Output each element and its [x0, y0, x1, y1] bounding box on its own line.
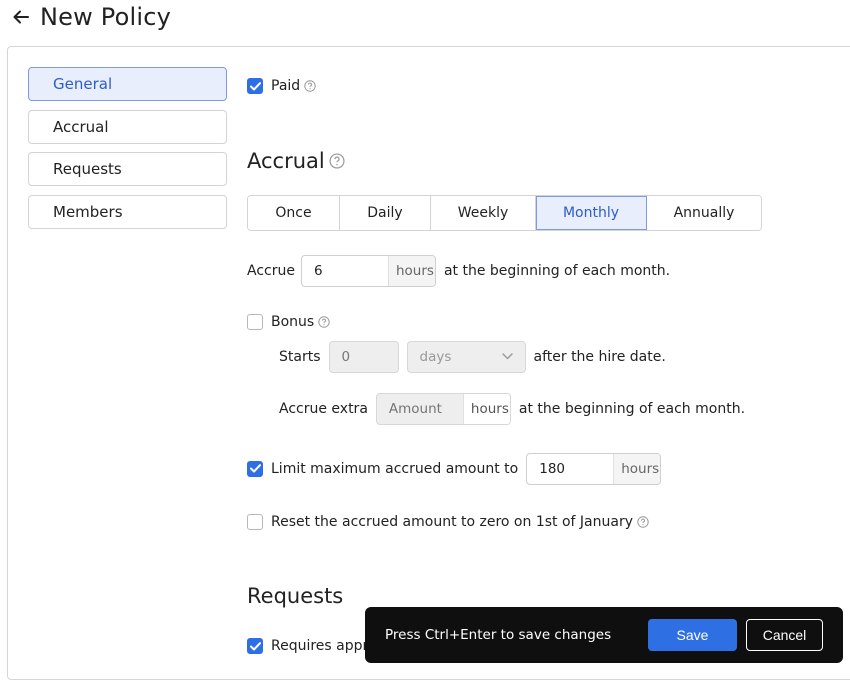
- frequency-monthly[interactable]: Monthly: [536, 196, 647, 230]
- chevron-down-icon: [501, 353, 513, 360]
- question-circle-icon[interactable]: [329, 153, 345, 169]
- arrow-left-icon[interactable]: [10, 6, 32, 28]
- segment-label: Monthly: [562, 205, 620, 221]
- extra-input-group: hours: [375, 392, 511, 425]
- nav-item-accrual[interactable]: Accrual: [28, 109, 227, 144]
- segment-label: Annually: [673, 205, 735, 221]
- nav-item-label: Requests: [53, 160, 122, 178]
- requires-approval-checkbox[interactable]: [247, 638, 263, 654]
- starts-label: Starts: [279, 348, 321, 365]
- requests-title-text: Requests: [247, 584, 344, 608]
- reset-checkbox[interactable]: [247, 514, 263, 530]
- accrual-title-text: Accrual: [247, 149, 325, 173]
- page-title: New Policy: [40, 3, 172, 31]
- cancel-button[interactable]: Cancel: [746, 619, 823, 651]
- bonus-checkbox[interactable]: [247, 314, 263, 330]
- question-circle-icon[interactable]: [318, 316, 330, 328]
- checkmark-icon: [249, 81, 261, 90]
- starts-days-input[interactable]: [329, 341, 398, 372]
- extra-suffix: at the beginning of each month.: [518, 400, 746, 417]
- limit-row: Limit maximum accrued amount to hours: [247, 452, 662, 485]
- bonus-extra-row: Accrue extra hours at the beginning of e…: [279, 392, 745, 425]
- nav-item-general[interactable]: General: [28, 67, 227, 101]
- limit-checkbox[interactable]: [247, 460, 263, 477]
- starts-input-group: [328, 340, 399, 373]
- nav-item-label: Members: [53, 202, 123, 221]
- save-button[interactable]: Save: [648, 619, 737, 651]
- section-nav: General Accrual Requests Members: [28, 67, 227, 237]
- accrue-amount-input[interactable]: [301, 255, 388, 286]
- question-circle-icon[interactable]: [637, 516, 649, 528]
- nav-item-members[interactable]: Members: [28, 194, 227, 229]
- nav-item-label: Accrual: [53, 117, 109, 136]
- question-circle-icon[interactable]: [304, 80, 316, 92]
- accrue-extra-input[interactable]: [376, 393, 463, 424]
- reset-row: Reset the accrued amount to zero on 1st …: [247, 514, 649, 530]
- limit-label: Limit maximum accrued amount to: [271, 460, 519, 477]
- paid-checkbox[interactable]: [247, 78, 263, 94]
- accrue-extra-label: Accrue extra: [279, 400, 368, 417]
- frequency-weekly[interactable]: Weekly: [431, 196, 536, 230]
- accrue-suffix: at the beginning of each month.: [443, 262, 671, 279]
- paid-label: Paid: [271, 78, 301, 94]
- frequency-annually[interactable]: Annually: [647, 196, 761, 230]
- accrual-frequency-selector: Once Daily Weekly Monthly Annually: [247, 195, 762, 231]
- extra-unit: hours: [462, 393, 510, 424]
- accrue-input-group: hours: [300, 254, 436, 287]
- accrue-label: Accrue: [247, 262, 295, 279]
- frequency-daily[interactable]: Daily: [340, 196, 431, 230]
- reset-label: Reset the accrued amount to zero on 1st …: [271, 514, 633, 530]
- limit-input-group: hours: [526, 452, 662, 485]
- bonus-label: Bonus: [271, 314, 315, 330]
- limit-unit: hours: [613, 453, 661, 484]
- starts-unit-select[interactable]: days: [406, 340, 526, 373]
- nav-item-requests[interactable]: Requests: [28, 152, 227, 186]
- segment-label: Weekly: [457, 205, 509, 221]
- accrue-row: Accrue hours at the beginning of each mo…: [247, 254, 670, 287]
- requests-section-title: Requests: [247, 581, 343, 611]
- checkmark-icon: [249, 641, 261, 650]
- limit-amount-input[interactable]: [527, 453, 614, 484]
- checkmark-icon: [249, 464, 261, 473]
- accrual-section-title: Accrual: [247, 146, 345, 176]
- starts-suffix: after the hire date.: [533, 348, 666, 365]
- page-header: New Policy: [10, 0, 171, 34]
- accrue-unit: hours: [387, 255, 435, 286]
- segment-label: Daily: [367, 205, 403, 221]
- select-value: days: [419, 348, 452, 365]
- frequency-once[interactable]: Once: [248, 196, 340, 230]
- segment-label: Once: [275, 205, 312, 221]
- nav-item-label: General: [53, 75, 113, 93]
- paid-row: Paid: [247, 78, 316, 94]
- toast-message: Press Ctrl+Enter to save changes: [385, 627, 612, 643]
- bonus-starts-row: Starts days after the hire date.: [279, 340, 666, 373]
- bonus-row: Bonus: [247, 314, 330, 330]
- save-changes-toast: Press Ctrl+Enter to save changes Save Ca…: [365, 607, 843, 663]
